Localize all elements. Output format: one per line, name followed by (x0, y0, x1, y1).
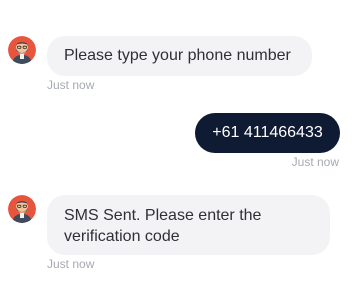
message-text: Please type your phone number (64, 47, 291, 64)
bearded-man-avatar-icon (8, 195, 36, 223)
message-bubble-bot: Please type your phone number (47, 36, 312, 76)
message-text: +61 411466433 (212, 124, 323, 141)
bearded-man-avatar-icon (8, 36, 36, 64)
message-timestamp: Just now (291, 155, 339, 169)
message-timestamp: Just now (47, 257, 95, 271)
message-timestamp: Just now (47, 78, 95, 92)
bot-avatar (8, 195, 36, 223)
message-bubble-bot: SMS Sent. Please enter the verification … (47, 195, 330, 255)
message-bubble-user: +61 411466433 (195, 113, 340, 153)
message-text: SMS Sent. Please enter the verification … (64, 207, 262, 245)
bot-avatar (8, 36, 36, 64)
